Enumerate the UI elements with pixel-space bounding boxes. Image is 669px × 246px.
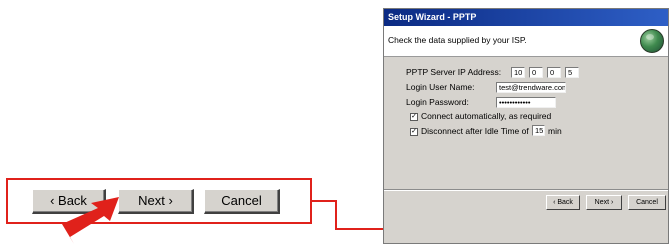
username-label: Login User Name: [406, 82, 475, 92]
server-ip-octet-3[interactable]: 0 [547, 67, 561, 78]
server-ip-label: PPTP Server IP Address: [406, 67, 502, 77]
cancel-button[interactable]: Cancel [628, 195, 666, 210]
username-field[interactable]: test@trendware.com [496, 82, 566, 93]
window-title: Setup Wizard - PPTP [384, 9, 668, 26]
idle-disconnect-checkbox[interactable]: ✓ [410, 128, 418, 136]
idle-time-unit: min [548, 126, 562, 136]
header-instruction: Check the data supplied by your ISP. [388, 35, 527, 45]
idle-disconnect-label: Disconnect after Idle Time of [421, 126, 529, 136]
back-button[interactable]: ‹ Back [546, 195, 580, 210]
callout-next-button[interactable]: Next › [118, 189, 194, 214]
password-field[interactable]: •••••••••••• [496, 97, 556, 108]
footer-divider [384, 189, 668, 191]
auto-connect-label: Connect automatically, as required [421, 111, 552, 121]
next-button[interactable]: Next › [586, 195, 622, 210]
pptp-form: PPTP Server IP Address: 10 0 0 5 Login U… [384, 57, 668, 189]
server-ip-octet-4[interactable]: 5 [565, 67, 579, 78]
callout-cancel-button[interactable]: Cancel [204, 189, 280, 214]
idle-time-field[interactable]: 15 [532, 125, 545, 136]
server-ip-octet-2[interactable]: 0 [529, 67, 543, 78]
password-label: Login Password: [406, 97, 469, 107]
server-ip-octet-1[interactable]: 10 [511, 67, 525, 78]
button-callout-box: ‹ Back Next › Cancel [6, 178, 312, 224]
globe-icon [640, 29, 664, 53]
callout-back-button[interactable]: ‹ Back [32, 189, 106, 214]
auto-connect-checkbox[interactable]: ✓ [410, 113, 418, 121]
setup-wizard-window: Setup Wizard - PPTP Check the data suppl… [383, 8, 669, 244]
wizard-header: Check the data supplied by your ISP. [384, 26, 668, 57]
